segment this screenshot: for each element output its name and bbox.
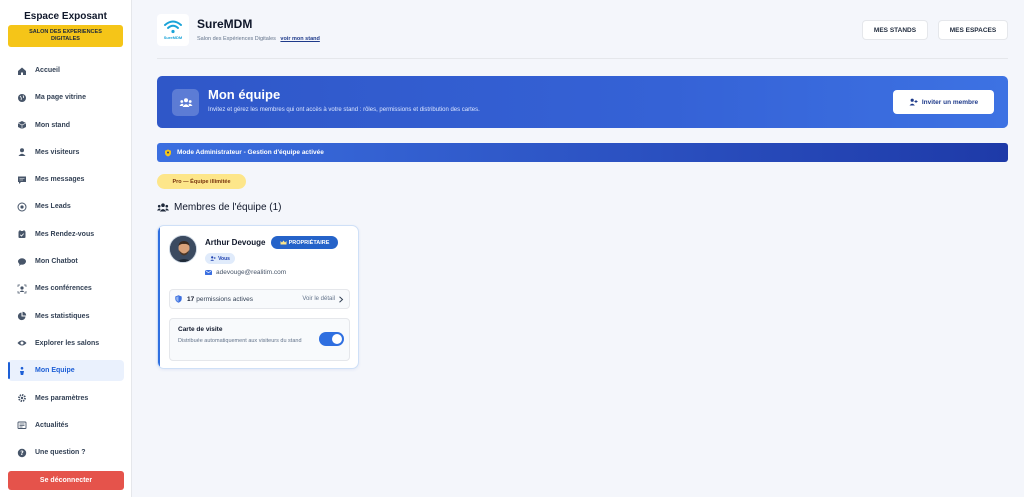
owner-badge: PROPRIÉTAIRE xyxy=(271,236,338,249)
logout-button[interactable]: Se déconnecter xyxy=(8,471,124,490)
sidebar-item-leads[interactable]: Mes Leads xyxy=(8,196,124,217)
member-card: Arthur Devouge PROPRIÉTAIRE Vous adevoug… xyxy=(157,225,359,369)
sidebar-item-label: Mes visiteurs xyxy=(35,148,80,156)
globe-icon xyxy=(17,93,27,103)
sidebar-item-label: Mon Chatbot xyxy=(35,258,78,266)
member-email-text: adevouge@realitim.com xyxy=(216,269,287,276)
logo-text: SureMDM xyxy=(163,35,183,40)
invite-member-button[interactable]: Inviter un membre xyxy=(893,90,994,114)
sidebar-item-label: Mes paramètres xyxy=(35,394,89,402)
sidebar-item-accueil[interactable]: Accueil xyxy=(8,60,124,81)
members-section-title: Membres de l'équipe (1) xyxy=(157,202,282,213)
chat-icon xyxy=(17,257,27,267)
view-detail-label: Voir le détail xyxy=(302,296,335,302)
permissions-label: permissions actives xyxy=(196,295,253,303)
chevron-right-icon xyxy=(339,295,344,303)
admin-shield-icon xyxy=(164,149,172,157)
user-icon xyxy=(210,256,216,261)
brand-logo: SureMDM xyxy=(157,14,189,46)
user-plus-icon xyxy=(909,98,918,106)
business-card-toggle[interactable] xyxy=(319,332,344,346)
business-card-setting: Carte de visite Distribuée automatiqueme… xyxy=(169,318,350,361)
sidebar-item-explorer[interactable]: Explorer les salons xyxy=(8,333,124,354)
sidebar-item-label: Accueil xyxy=(35,67,60,74)
event-badge: SALON DES EXPERIENCES DIGITALES xyxy=(8,25,123,47)
sidebar-item-label: Mes Leads xyxy=(35,203,71,211)
users-icon xyxy=(157,203,169,212)
plan-badge: Pro — Équipe illimitée xyxy=(157,174,246,189)
news-icon xyxy=(17,420,27,430)
business-card-description: Distribuée automatiquement aux visiteurs… xyxy=(178,338,302,344)
crown-icon xyxy=(280,240,287,245)
sidebar-item-messages[interactable]: Mes messages xyxy=(8,169,124,190)
sidebar-title: Espace Exposant xyxy=(24,11,107,22)
sidebar-item-question[interactable]: ? Une question ? xyxy=(8,442,124,463)
mail-icon xyxy=(205,270,212,275)
team-banner: Mon équipe Invitez et gérez les membres … xyxy=(157,76,1008,128)
sidebar-item-label: Ma page vitrine xyxy=(35,94,86,102)
question-icon: ? xyxy=(17,448,27,458)
sidebar-item-conferences[interactable]: Mes conférences xyxy=(8,278,124,299)
target-icon xyxy=(17,202,27,212)
sidebar-item-label: Mes messages xyxy=(35,176,85,184)
users-icon xyxy=(172,89,199,116)
calendar-icon xyxy=(17,229,27,239)
you-badge: Vous xyxy=(205,253,235,264)
my-stands-button[interactable]: MES STANDS xyxy=(862,20,928,40)
wifi-logo-icon xyxy=(164,20,182,34)
business-card-title: Carte de visite xyxy=(178,326,223,333)
sidebar-item-equipe[interactable]: Mon Equipe xyxy=(8,360,124,382)
you-badge-label: Vous xyxy=(218,255,230,262)
sidebar-item-stand[interactable]: Mon stand xyxy=(8,115,124,136)
sidebar-item-label: Mes conférences xyxy=(35,285,92,293)
brand-name: SureMDM xyxy=(197,17,253,31)
members-title-text: Membres de l'équipe (1) xyxy=(174,202,282,213)
shield-icon xyxy=(175,295,182,303)
box-icon xyxy=(17,120,27,130)
user-icon xyxy=(17,147,27,157)
sidebar-item-parametres[interactable]: Mes paramètres xyxy=(8,388,124,409)
presenter-icon xyxy=(17,284,27,294)
home-icon xyxy=(17,66,27,76)
sidebar: Espace Exposant SALON DES EXPERIENCES DI… xyxy=(0,0,132,497)
event-name: Salon des Expériences Digitales xyxy=(197,36,276,42)
admin-mode-bar: Mode Administrateur - Gestion d'équipe a… xyxy=(157,143,1008,162)
invite-member-label: Inviter un membre xyxy=(921,98,979,106)
member-email: adevouge@realitim.com xyxy=(205,269,286,276)
sidebar-item-statistiques[interactable]: Mes statistiques xyxy=(8,306,124,327)
owner-badge-label: PROPRIÉTAIRE xyxy=(288,239,330,246)
sidebar-item-chatbot[interactable]: Mon Chatbot xyxy=(8,251,124,272)
sidebar-item-visiteurs[interactable]: Mes visiteurs xyxy=(8,142,124,163)
gear-icon xyxy=(17,393,27,403)
sidebar-item-actualites[interactable]: Actualités xyxy=(8,415,124,436)
my-spaces-button[interactable]: MES ESPACES xyxy=(938,20,1008,40)
page-description: Invitez et gérez les membres qui ont acc… xyxy=(208,107,480,113)
view-stand-link[interactable]: voir mon stand xyxy=(280,36,319,42)
sidebar-nav: Accueil Ma page vitrine Mon stand Mes vi… xyxy=(8,60,124,469)
permissions-row[interactable]: 17 permissions actives Voir le détail xyxy=(169,289,350,309)
pie-chart-icon xyxy=(17,311,27,321)
admin-mode-text: Mode Administrateur - Gestion d'équipe a… xyxy=(177,149,324,156)
sidebar-item-page-vitrine[interactable]: Ma page vitrine xyxy=(8,87,124,108)
svg-text:?: ? xyxy=(20,450,24,457)
sidebar-item-label: Mon stand xyxy=(35,121,70,129)
sidebar-item-label: Explorer les salons xyxy=(35,339,100,347)
page-title: Mon équipe xyxy=(208,87,281,102)
sidebar-item-label: Une question ? xyxy=(35,449,86,457)
sidebar-item-label: Mes Rendez-vous xyxy=(35,230,95,238)
sidebar-item-label: Mes statistiques xyxy=(35,312,90,320)
view-detail-link[interactable]: Voir le détail xyxy=(302,295,344,303)
permissions-count: 17 xyxy=(187,295,195,303)
avatar xyxy=(169,235,197,263)
sidebar-item-rendez-vous[interactable]: Mes Rendez-vous xyxy=(8,224,124,245)
eye-icon xyxy=(17,338,27,348)
message-icon xyxy=(17,175,27,185)
header-divider xyxy=(157,58,1008,59)
team-icon xyxy=(17,366,27,376)
sidebar-item-label: Mon Equipe xyxy=(35,367,75,375)
brand-subtitle: Salon des Expériences Digitales voir mon… xyxy=(197,36,320,42)
member-name: Arthur Devouge xyxy=(205,238,266,247)
sidebar-item-label: Actualités xyxy=(35,421,69,429)
